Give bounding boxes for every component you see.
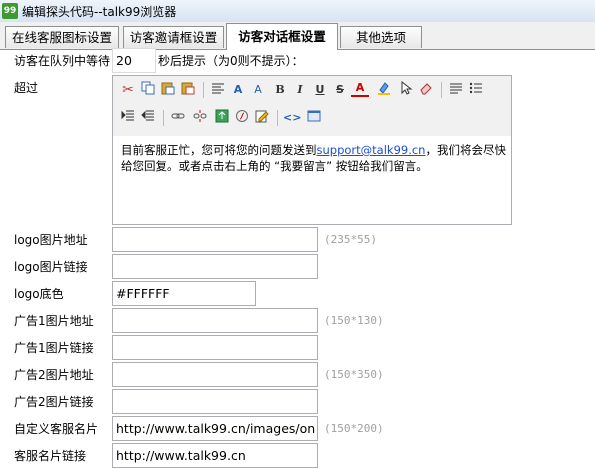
italic-icon[interactable]: I: [291, 81, 309, 99]
custom-card-hint: (150*200): [324, 422, 384, 435]
card-link-input[interactable]: http://www.talk99.cn: [112, 443, 318, 468]
logo-link-label: logo图片链接: [14, 260, 88, 274]
logo-url-input[interactable]: [112, 227, 318, 252]
toolbar-separator: [277, 110, 278, 126]
toolbar-separator: [163, 110, 164, 126]
font-size-icon[interactable]: A: [249, 81, 267, 99]
rich-text-editor: ✂ A A B I U S A <> 目前客服正忙，您可将您的问题发送到supp…: [112, 75, 512, 225]
insert-flash-icon[interactable]: [233, 109, 251, 127]
toolbar-separator: [441, 82, 442, 98]
editor-text-before: 目前客服正忙，您可将您的问题发送到: [121, 143, 317, 157]
outdent-icon[interactable]: [119, 109, 137, 127]
cut-icon[interactable]: ✂: [119, 81, 137, 99]
queue-wait-suffix: 秒后提示（为0则不提示）：: [158, 54, 304, 68]
edit-source-icon[interactable]: [253, 109, 271, 127]
select-pointer-icon[interactable]: [397, 80, 415, 99]
highlight-color-icon[interactable]: [375, 81, 393, 99]
tab-strip: 在线客服图标设置 访客邀请框设置 访客对话框设置 其他选项: [0, 22, 595, 50]
logo-bg-input[interactable]: #FFFFFF: [112, 281, 256, 306]
preview-icon[interactable]: [305, 109, 323, 127]
paste-icon[interactable]: [159, 81, 177, 99]
indent-icon[interactable]: [139, 109, 157, 127]
ad2-url-input[interactable]: [112, 362, 318, 387]
strikethrough-icon[interactable]: S: [331, 81, 349, 99]
tab-visitor-dialog-settings[interactable]: 访客对话框设置: [226, 23, 338, 50]
queue-wait-seconds-input[interactable]: 20: [112, 48, 156, 73]
editor-toolbar: ✂ A A B I U S A <>: [113, 76, 511, 136]
align-icon[interactable]: [447, 81, 465, 99]
card-link-label: 客服名片链接: [14, 449, 87, 463]
font-family-icon[interactable]: A: [229, 81, 247, 99]
exceed-label: 超过: [14, 81, 39, 95]
tab-visitor-invite-settings[interactable]: 访客邀请框设置: [123, 26, 224, 48]
logo-url-hint: (235*55): [324, 233, 377, 246]
window-title: 编辑探头代码--talk99浏览器: [22, 5, 177, 19]
ad1-url-label: 广告1图片地址: [14, 314, 94, 328]
logo-link-input[interactable]: [112, 254, 318, 279]
paste-text-icon[interactable]: [179, 81, 197, 99]
logo-bg-label: logo底色: [14, 287, 64, 301]
eraser-icon[interactable]: [417, 81, 435, 99]
link-icon[interactable]: [169, 109, 187, 127]
ad2-url-hint: (150*350): [324, 368, 384, 381]
underline-icon[interactable]: U: [311, 81, 329, 99]
insert-image-icon[interactable]: [213, 109, 231, 127]
tab-online-icon-settings[interactable]: 在线客服图标设置: [5, 26, 119, 48]
copy-icon[interactable]: [139, 81, 157, 99]
html-source-icon[interactable]: <>: [283, 109, 301, 127]
ad2-link-input[interactable]: [112, 389, 318, 414]
toolbar-separator: [203, 82, 204, 98]
bold-icon[interactable]: B: [271, 81, 289, 99]
ad1-link-label: 广告1图片链接: [14, 341, 94, 355]
title-bar: 99 编辑探头代码--talk99浏览器: [0, 0, 595, 23]
ad1-link-input[interactable]: [112, 335, 318, 360]
bullet-list-icon[interactable]: [467, 81, 485, 99]
editor-content[interactable]: 目前客服正忙，您可将您的问题发送到support@talk99.cn，我们将会尽…: [121, 142, 506, 174]
ad2-url-label: 广告2图片地址: [14, 368, 94, 382]
queue-wait-prefix: 访客在队列中等待: [14, 54, 111, 68]
custom-card-label: 自定义客服名片: [14, 422, 99, 436]
format-paragraph-icon[interactable]: [209, 81, 227, 99]
tab-other-options[interactable]: 其他选项: [340, 26, 422, 48]
app-icon: 99: [2, 3, 18, 19]
support-email-link[interactable]: support@talk99.cn: [317, 143, 426, 157]
font-color-icon[interactable]: A: [351, 81, 369, 97]
custom-card-input[interactable]: http://www.talk99.cn/images/on: [112, 416, 318, 441]
unlink-icon[interactable]: [191, 109, 209, 127]
ad1-url-hint: (150*130): [324, 314, 384, 327]
logo-url-label: logo图片地址: [14, 233, 88, 247]
ad2-link-label: 广告2图片链接: [14, 395, 94, 409]
ad1-url-input[interactable]: [112, 308, 318, 333]
